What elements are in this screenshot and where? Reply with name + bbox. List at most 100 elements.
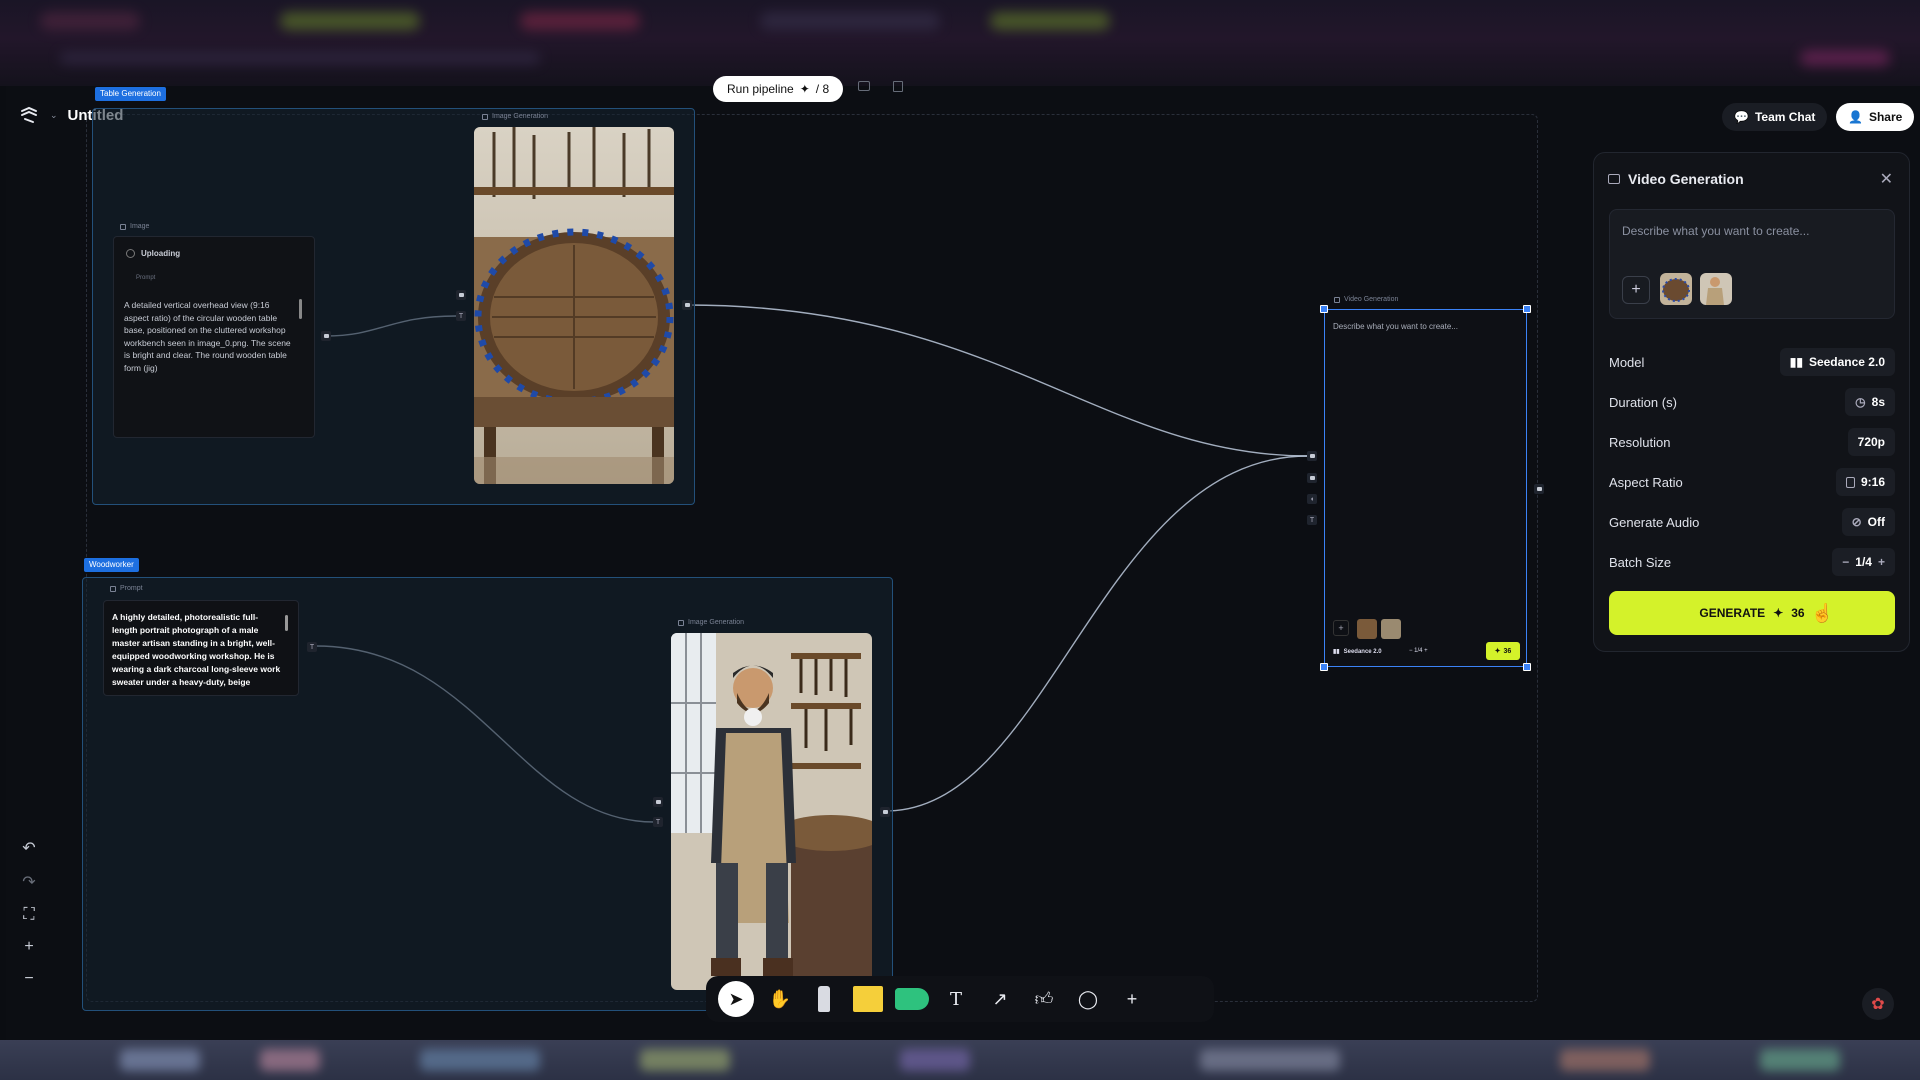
text-tool[interactable]: T (934, 981, 978, 1017)
audio-input-port[interactable]: ◖ (1307, 494, 1317, 504)
image-input-port[interactable] (456, 290, 466, 300)
prompt-node[interactable]: A highly detailed, photorealistic full-l… (103, 600, 299, 696)
video-node-generate-button[interactable]: ✦ 36 (1486, 642, 1520, 660)
bottom-toolbar: ➤ ✋ T ↗ 👍︎ ◯ + (706, 976, 1214, 1022)
reaction-tool[interactable]: 👍︎ (1022, 981, 1066, 1017)
panel-header: Video Generation (1608, 171, 1744, 187)
mouse-cursor-icon: ☝ (1811, 603, 1834, 623)
select-tool[interactable]: ➤ (714, 981, 758, 1017)
team-chat-button[interactable]: 💬 Team Chat (1722, 103, 1828, 131)
prompt-output-port[interactable]: T (307, 642, 317, 652)
export-icon[interactable] (858, 81, 870, 91)
selection-handle[interactable] (1320, 663, 1328, 671)
hand-tool[interactable]: ✋ (758, 981, 802, 1017)
marker-tool[interactable] (802, 981, 846, 1017)
reference-thumb-table[interactable] (1660, 273, 1692, 305)
shapes-icon (895, 988, 929, 1010)
setting-label: Generate Audio (1609, 514, 1700, 530)
image-output-port[interactable] (321, 331, 331, 341)
model-select[interactable]: ▮▮ Seedance 2.0 (1779, 348, 1895, 376)
reference-thumb-woodworker[interactable] (1381, 619, 1401, 639)
video-generation-panel: Video Generation ✕ Describe what you wan… (1593, 152, 1910, 652)
text-input-port[interactable]: T (456, 311, 466, 321)
setting-label: Batch Size (1609, 554, 1672, 570)
share-button[interactable]: 👤 Share (1836, 103, 1915, 131)
scrollbar[interactable] (299, 299, 302, 319)
minus-icon: − (1842, 555, 1850, 569)
panel-prompt-input[interactable]: Describe what you want to create... + (1609, 209, 1895, 319)
marker-icon (818, 986, 830, 1012)
chevron-down-icon[interactable]: ⌄ (50, 110, 58, 121)
add-image-button[interactable]: + (1333, 620, 1349, 636)
add-reference-button[interactable]: + (1622, 276, 1650, 304)
selection-handle[interactable] (1320, 305, 1328, 313)
selection-handle[interactable] (1523, 305, 1531, 313)
comment-tool[interactable]: ◯ (1066, 981, 1110, 1017)
sparkle-icon: ✦ (799, 82, 810, 96)
sparkle-icon: ✦ (1773, 606, 1784, 620)
setting-batch-size: Batch Size −1/4 + (1609, 548, 1895, 576)
reference-thumb-table[interactable] (1357, 619, 1377, 639)
share-label: Share (1868, 110, 1903, 124)
group-tag-woodworker[interactable]: Woodworker (84, 558, 139, 572)
run-pipeline-button[interactable]: Run pipeline ✦ / 8 (713, 76, 844, 102)
video-node-header: Video Generation (1334, 296, 1398, 303)
image-gen-output-port[interactable] (682, 300, 692, 310)
generate-button[interactable]: GENERATE ✦ 36 (1609, 591, 1895, 635)
app-logo-icon[interactable] (18, 104, 40, 126)
image-node-prompt-text[interactable]: A detailed vertical overhead view (9:16 … (124, 299, 294, 374)
selection-handle[interactable] (1523, 663, 1531, 671)
setting-model: Model ▮▮ Seedance 2.0 (1609, 348, 1895, 376)
image-gen-output-port[interactable] (880, 807, 890, 817)
arrow-tool[interactable]: ↗ (978, 981, 1022, 1017)
video-icon (1608, 174, 1620, 184)
group-tag-table-generation[interactable]: Table Generation (95, 87, 166, 101)
image-node[interactable]: Uploading Prompt A detailed vertical ove… (113, 236, 315, 438)
setting-label: Resolution (1609, 434, 1671, 450)
plus-icon: + (1877, 555, 1885, 569)
generated-table-image[interactable] (474, 127, 674, 484)
video-node-model[interactable]: ▮▮ Seedance 2.0 (1333, 648, 1382, 656)
undo-icon[interactable]: ↶ (22, 838, 35, 858)
aspect-ratio-select[interactable]: 9:16 (1835, 468, 1895, 496)
fit-screen-icon[interactable]: ⛶ (23, 906, 34, 924)
pointer-icon: ➤ (718, 981, 754, 1017)
run-count: / 8 (815, 82, 830, 96)
chat-icon: 💬 (1734, 110, 1749, 124)
video-node-prompt[interactable]: Describe what you want to create... (1333, 322, 1458, 331)
redo-icon[interactable]: ↷ (22, 872, 35, 892)
zoom-out-icon[interactable]: − (24, 970, 33, 988)
image-input-port[interactable] (653, 797, 663, 807)
video-image-input-port[interactable] (1307, 451, 1317, 461)
prompt-node-text[interactable]: A highly detailed, photorealistic full-l… (112, 611, 282, 689)
avatar[interactable]: ✿ (1862, 988, 1894, 1020)
zoom-in-icon[interactable]: + (24, 938, 33, 956)
user-icon: 👤 (1848, 110, 1863, 124)
video-generation-node[interactable]: Describe what you want to create... + ▮▮… (1324, 309, 1527, 667)
sticky-note-tool[interactable] (846, 981, 890, 1017)
square-icon (1845, 476, 1855, 488)
video-node-batch[interactable]: − 1/4 + (1409, 648, 1428, 654)
add-tool[interactable]: + (1110, 981, 1154, 1017)
scrollbar[interactable] (285, 615, 288, 631)
reference-thumb-woodworker[interactable] (1700, 273, 1732, 305)
image-gen-bottom-header: Image Generation (678, 619, 744, 626)
shape-tool[interactable] (890, 981, 934, 1017)
video-text-input-port[interactable]: T (1307, 515, 1317, 525)
audio-toggle[interactable]: ⊘ Off (1841, 508, 1895, 536)
plus-icon: + (1126, 988, 1138, 1009)
video-image-input-port-2[interactable] (1307, 473, 1317, 483)
setting-generate-audio: Generate Audio ⊘ Off (1609, 508, 1895, 536)
upload-status: Uploading (126, 249, 180, 258)
setting-label: Duration (s) (1609, 394, 1677, 410)
text-input-port[interactable]: T (653, 817, 663, 827)
video-output-port[interactable] (1534, 484, 1544, 494)
mute-icon: ⊘ (1851, 515, 1862, 529)
batch-size-stepper[interactable]: −1/4 + (1832, 548, 1895, 576)
generate-cost: 36 (1791, 606, 1805, 620)
trash-icon[interactable] (893, 81, 903, 92)
resolution-select[interactable]: 720p (1847, 428, 1895, 456)
duration-select[interactable]: ◷ 8s (1845, 388, 1895, 416)
generated-woodworker-image[interactable] (671, 633, 872, 990)
close-icon[interactable]: ✕ (1880, 169, 1893, 189)
